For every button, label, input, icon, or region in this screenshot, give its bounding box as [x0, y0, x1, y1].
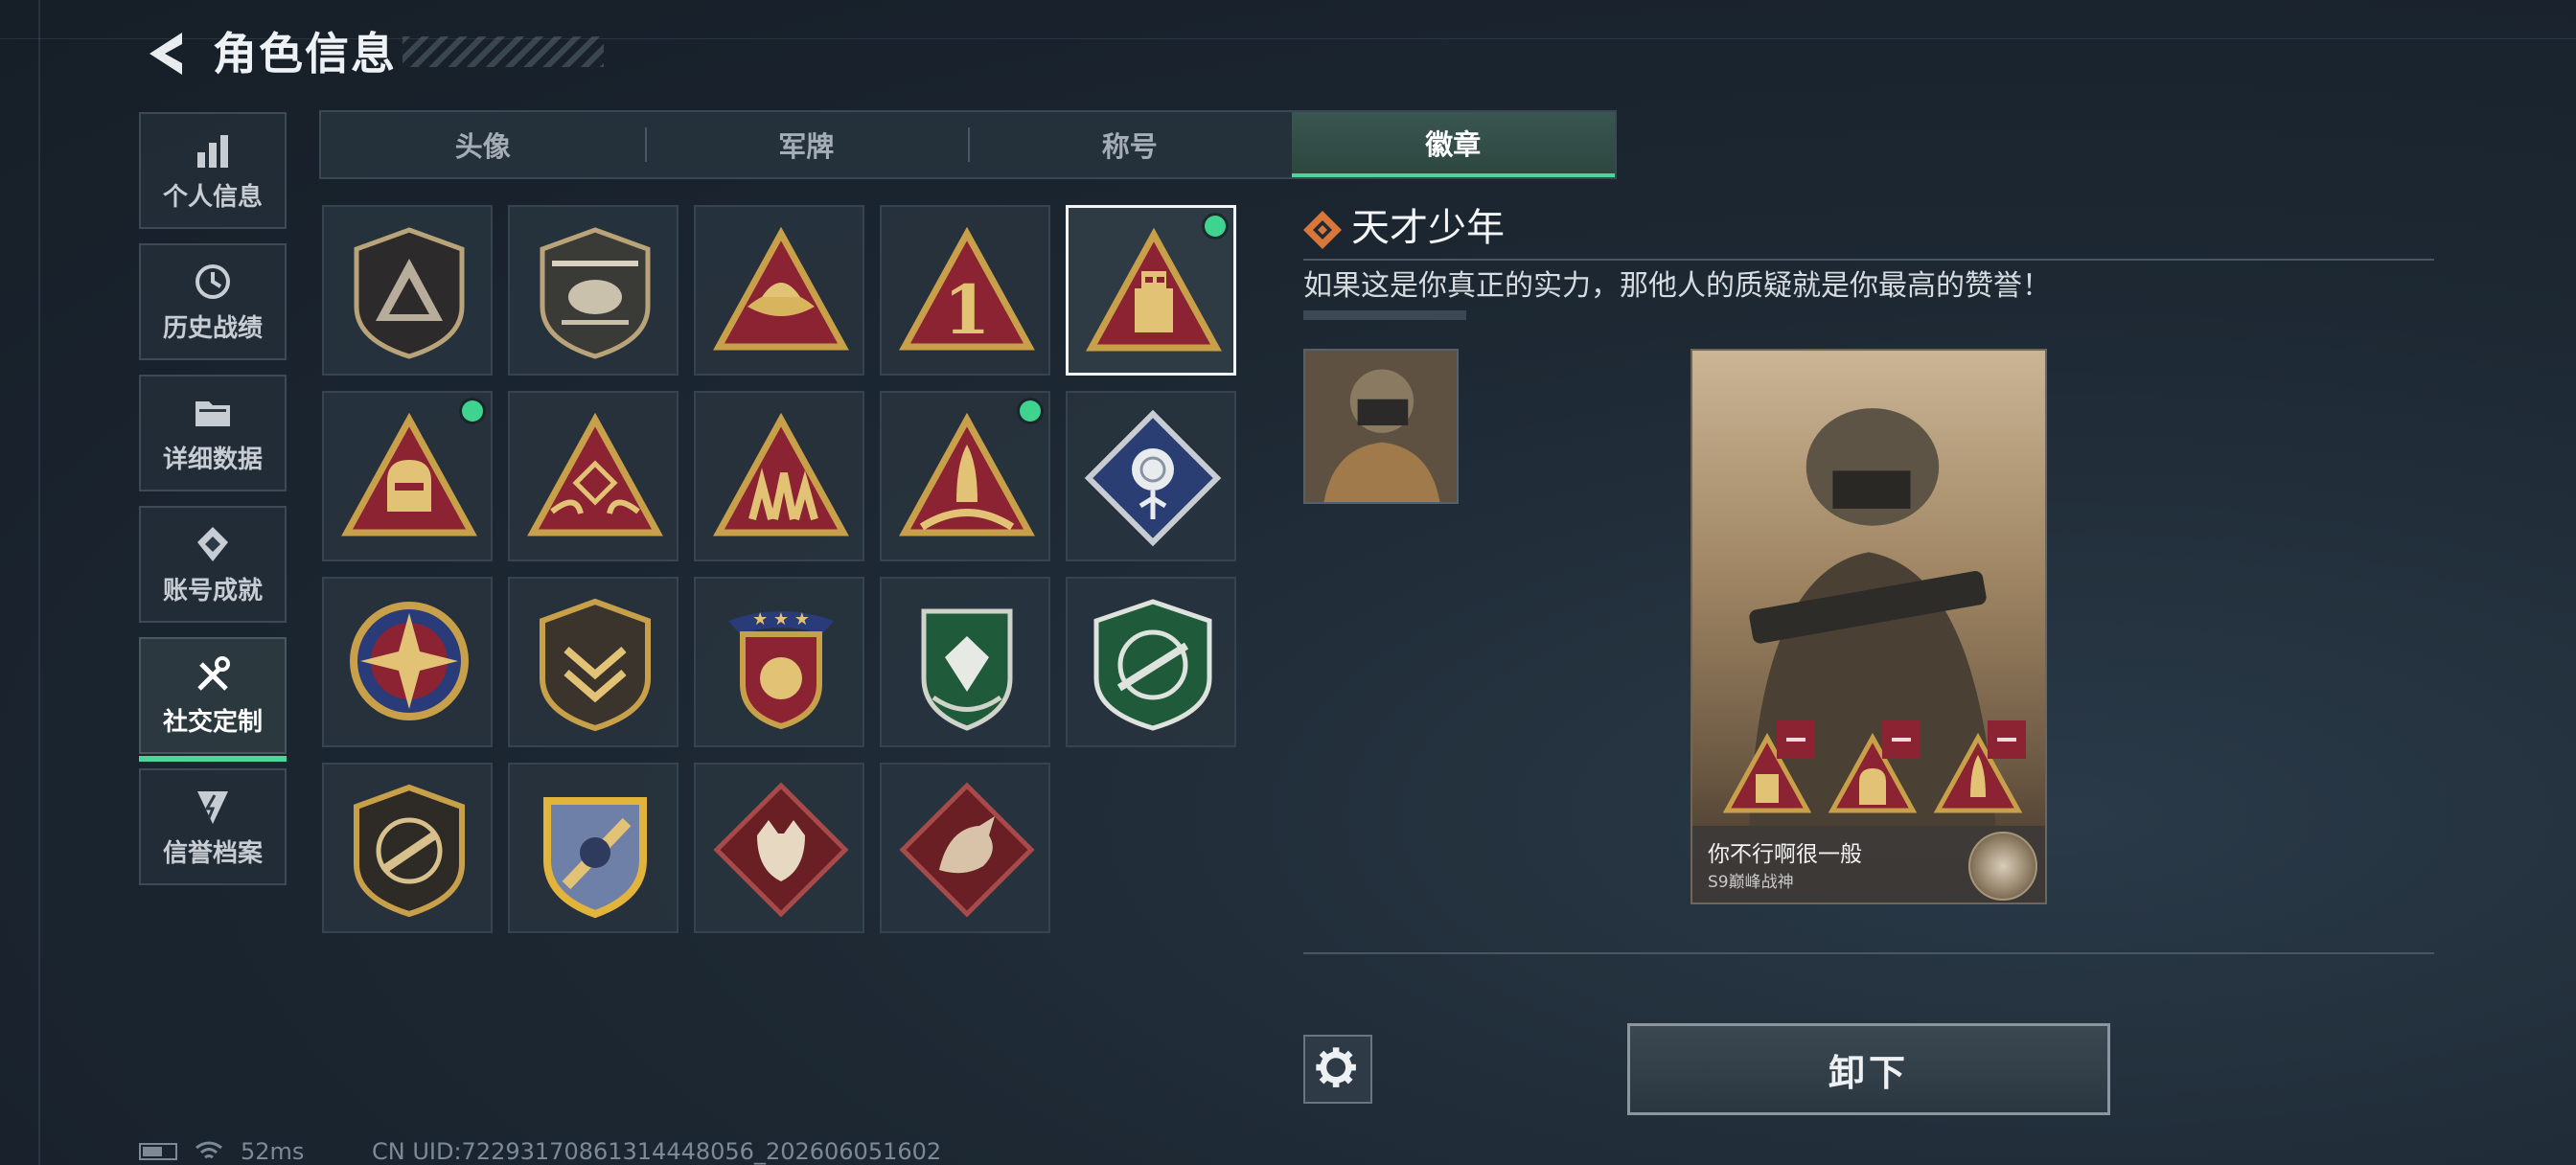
divider [1303, 259, 2434, 261]
badge-slot[interactable] [880, 577, 1050, 747]
hands-gem-triangle-badge-icon [527, 412, 663, 537]
page-title: 角色信息 [213, 28, 397, 80]
rank-emblem-icon [1968, 832, 2037, 901]
wolf-diamond-badge-icon [713, 782, 849, 918]
badge-slot[interactable]: ★ ★ ★ [694, 577, 864, 747]
divider [1303, 952, 2434, 954]
badge-slot[interactable] [1066, 577, 1236, 747]
sidebar-item-history[interactable]: 历史战绩 [139, 243, 287, 360]
shield-bolt-icon [197, 790, 228, 824]
folder-icon [196, 400, 230, 426]
badge-description: 如果这是你真正的实力，那他人的质疑就是你最高的赞誉！ [1303, 269, 2051, 303]
badge-slot[interactable] [322, 763, 493, 933]
wings-triangle-badge-icon [713, 226, 849, 351]
equipped-dot [1205, 216, 1226, 237]
badge-slot-selected[interactable] [1066, 205, 1236, 376]
equipped-dot [1020, 400, 1041, 422]
settings-button[interactable] [1303, 1035, 1372, 1104]
remove-badge-button[interactable] [1882, 720, 1920, 759]
card-badge-slot[interactable] [1719, 720, 1815, 816]
wifi-icon [196, 1141, 222, 1159]
badge-name: 天才少年 [1351, 206, 1505, 250]
dragon-diamond-badge-icon [899, 782, 1035, 918]
achievement-icon [197, 526, 228, 561]
history-icon [196, 263, 230, 299]
equipped-dot [462, 400, 483, 422]
bar-chart-icon [197, 134, 228, 168]
chevron-shield-badge-icon [540, 598, 651, 732]
sidebar-item-data[interactable]: 详细数据 [139, 375, 287, 491]
tab-bar: 头像 军牌 称号 徽章 [319, 110, 1617, 179]
back-arrow-icon[interactable] [144, 29, 188, 79]
badge-slot[interactable]: 1 [880, 205, 1050, 376]
badge-slot[interactable] [322, 391, 493, 561]
rocket-triangle-badge-icon [899, 412, 1035, 537]
sidebar-item-label: 历史战绩 [162, 313, 263, 343]
sidebar-item-profile[interactable]: 个人信息 [139, 112, 287, 229]
rose-diamond-badge-icon [1084, 409, 1222, 547]
badge-slot[interactable] [322, 205, 493, 376]
badge-slot[interactable] [322, 577, 493, 747]
mountain-shield-badge-icon [354, 227, 465, 359]
tab-title[interactable]: 称号 [968, 112, 1292, 177]
status-bar: 52ms [139, 1138, 304, 1165]
sidebar-item-achievements[interactable]: 账号成就 [139, 506, 287, 623]
helicopter-badge-icon [540, 227, 651, 359]
ping-value: 52ms [241, 1138, 305, 1165]
operator-avatar[interactable] [1303, 349, 1459, 504]
soldiers-triangle-badge-icon [713, 412, 849, 537]
badge-slot[interactable] [880, 763, 1050, 933]
badge-slot[interactable] [508, 763, 678, 933]
sidebar-item-label: 账号成就 [162, 576, 263, 605]
gear-icon [1316, 1047, 1356, 1087]
badge-slot[interactable] [508, 391, 678, 561]
tab-dogtag[interactable]: 军牌 [644, 112, 969, 177]
badge-slot[interactable] [694, 205, 864, 376]
badge-slot[interactable] [880, 391, 1050, 561]
compass-star-badge-icon [350, 602, 469, 720]
card-footer: 你不行啊很一般 S9巅峰战神 [1692, 826, 2045, 902]
title-stripe [402, 36, 604, 67]
card-badge-slot[interactable] [1930, 720, 2026, 816]
description-subline [1303, 310, 1466, 320]
badge-slot[interactable] [1066, 391, 1236, 561]
player-name: 你不行啊很一般 [1708, 842, 1862, 867]
battery-icon [139, 1143, 177, 1160]
svg-text:★ ★ ★: ★ ★ ★ [752, 609, 810, 629]
sword-crest-badge-icon [543, 797, 647, 919]
remove-badge-button[interactable] [1988, 720, 2026, 759]
hud-line [38, 0, 40, 1165]
sidebar-item-social[interactable]: 社交定制 [139, 637, 287, 762]
sidebar-item-label: 详细数据 [162, 445, 263, 474]
gem-laurel-badge-icon [921, 608, 1013, 731]
chess-rook-triangle-badge-icon [1086, 227, 1222, 352]
sidebar-item-label: 个人信息 [162, 182, 263, 212]
badge-slot[interactable] [508, 577, 678, 747]
card-badge-slot[interactable] [1825, 720, 1920, 816]
svg-text:1: 1 [944, 270, 991, 350]
sidebar-item-label: 信誉档案 [162, 838, 263, 868]
stars-crest-badge-icon: ★ ★ ★ [728, 609, 834, 730]
rifle-crosshair-badge-icon [1093, 599, 1212, 731]
sidebar-item-credit[interactable]: 信誉档案 [139, 768, 287, 885]
tab-badge[interactable]: 徽章 [1291, 112, 1615, 177]
unequip-button[interactable]: 卸下 [1627, 1023, 2110, 1115]
helmet-triangle-badge-icon [341, 412, 477, 537]
uid-text: CN UID:7229317086131444805​6_20260605160… [372, 1138, 942, 1165]
remove-badge-button[interactable] [1777, 720, 1815, 759]
badge-category-icon [1303, 211, 1342, 249]
operator-card: 你不行啊很一般 S9巅峰战神 [1690, 349, 2047, 904]
badge-slot[interactable] [694, 391, 864, 561]
number-one-triangle-badge-icon: 1 [899, 226, 1035, 351]
sidebar-item-label: 社交定制 [162, 707, 263, 737]
badge-slot[interactable] [508, 205, 678, 376]
badge-slot[interactable] [694, 763, 864, 933]
pistol-crosshair-badge-icon [354, 784, 465, 918]
player-rank-title: S9巅峰战神 [1708, 873, 1794, 892]
tools-icon [197, 655, 230, 691]
tab-avatar[interactable]: 头像 [321, 112, 645, 177]
